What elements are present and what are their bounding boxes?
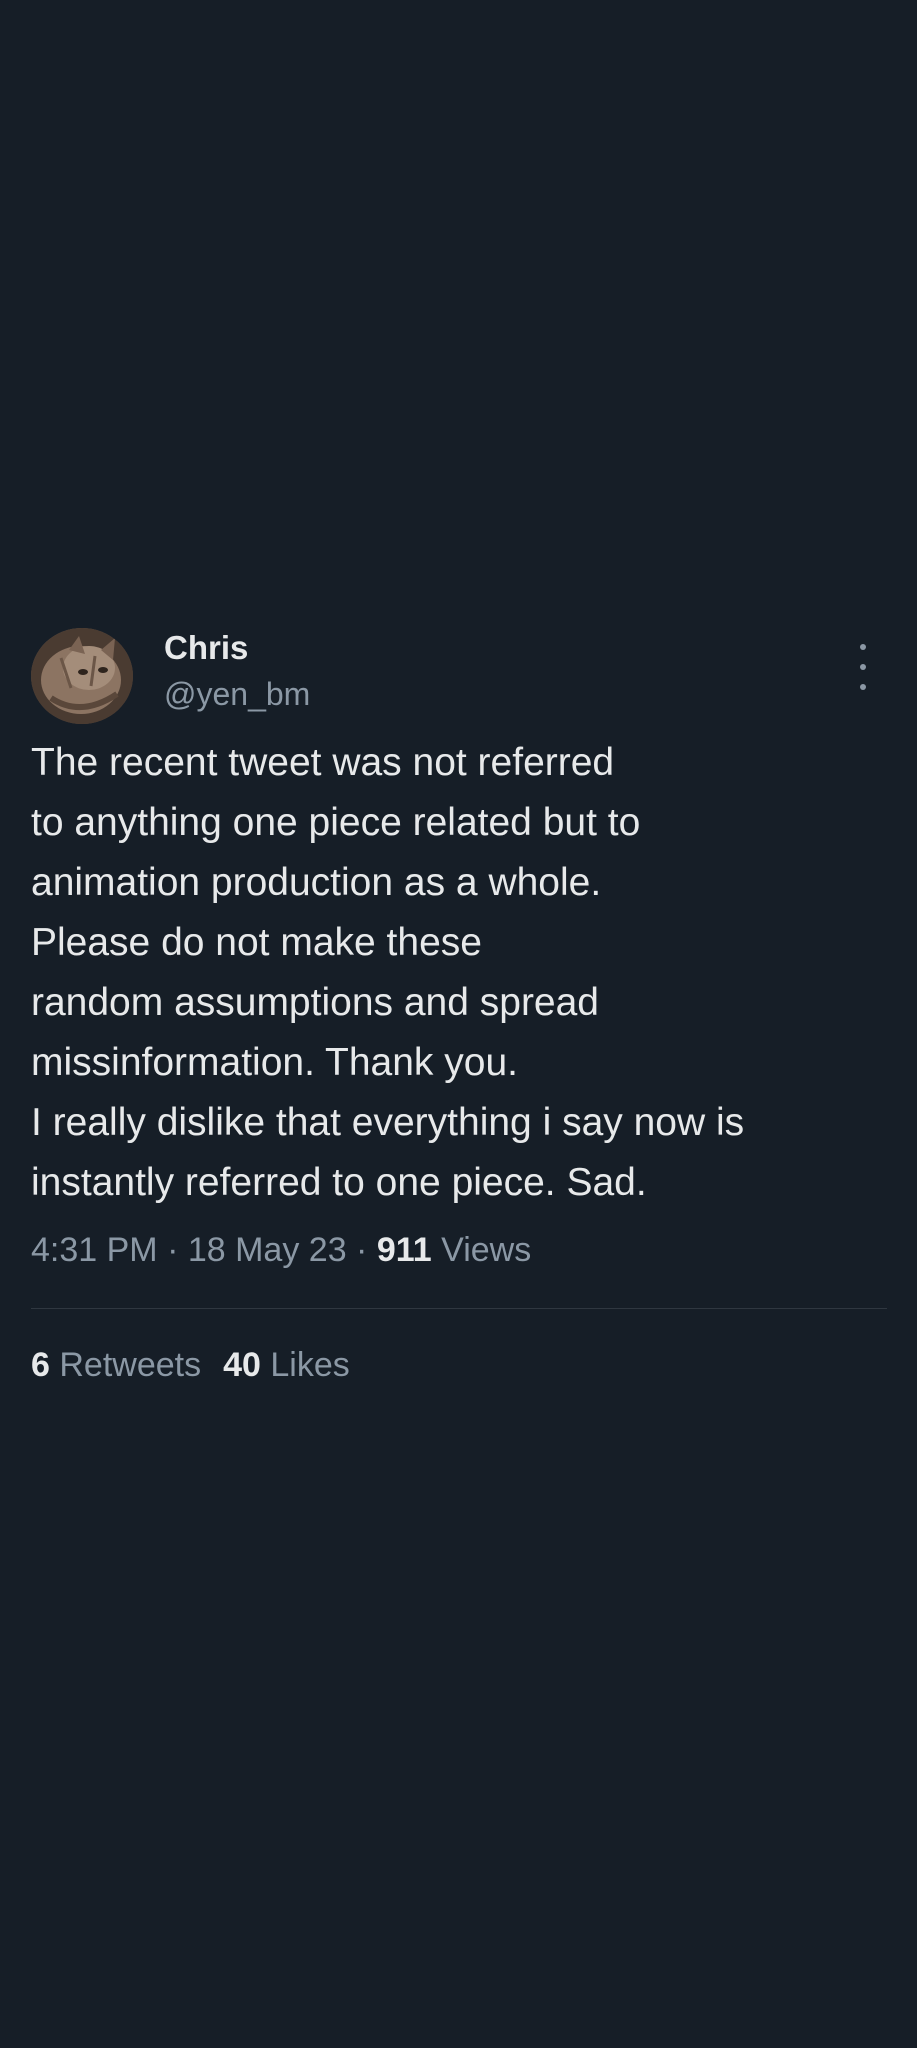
divider [31, 1308, 887, 1309]
likes-count: 40 [223, 1346, 261, 1384]
tweet-time[interactable]: 4:31 PM [31, 1231, 158, 1269]
views-count: 911 [376, 1231, 432, 1269]
tweet-metadata: 4:31 PM · 18 May 23 · 911 Views [31, 1228, 531, 1272]
author-avatar[interactable] [31, 628, 133, 724]
retweets-stat[interactable]: 6 Retweets [31, 1343, 201, 1387]
tweet-date[interactable]: 18 May 23 [188, 1231, 347, 1269]
meta-separator: · [157, 1231, 188, 1269]
vertical-ellipsis-icon [860, 644, 866, 650]
cat-avatar-icon [31, 628, 133, 724]
meta-separator: · [346, 1231, 377, 1269]
engagement-stats: 6 Retweets 40 Likes [31, 1343, 350, 1387]
retweets-label: Retweets [49, 1346, 202, 1384]
views-label: Views [431, 1231, 532, 1269]
retweets-count: 6 [31, 1346, 50, 1384]
likes-stat[interactable]: 40 Likes [223, 1343, 350, 1387]
more-options-button[interactable] [848, 644, 878, 690]
author-handle[interactable]: @yen_bm [164, 674, 310, 714]
author-name[interactable]: Chris [164, 628, 248, 668]
likes-label: Likes [260, 1346, 350, 1384]
tweet-text: The recent tweet was not referred to any… [31, 741, 745, 1204]
